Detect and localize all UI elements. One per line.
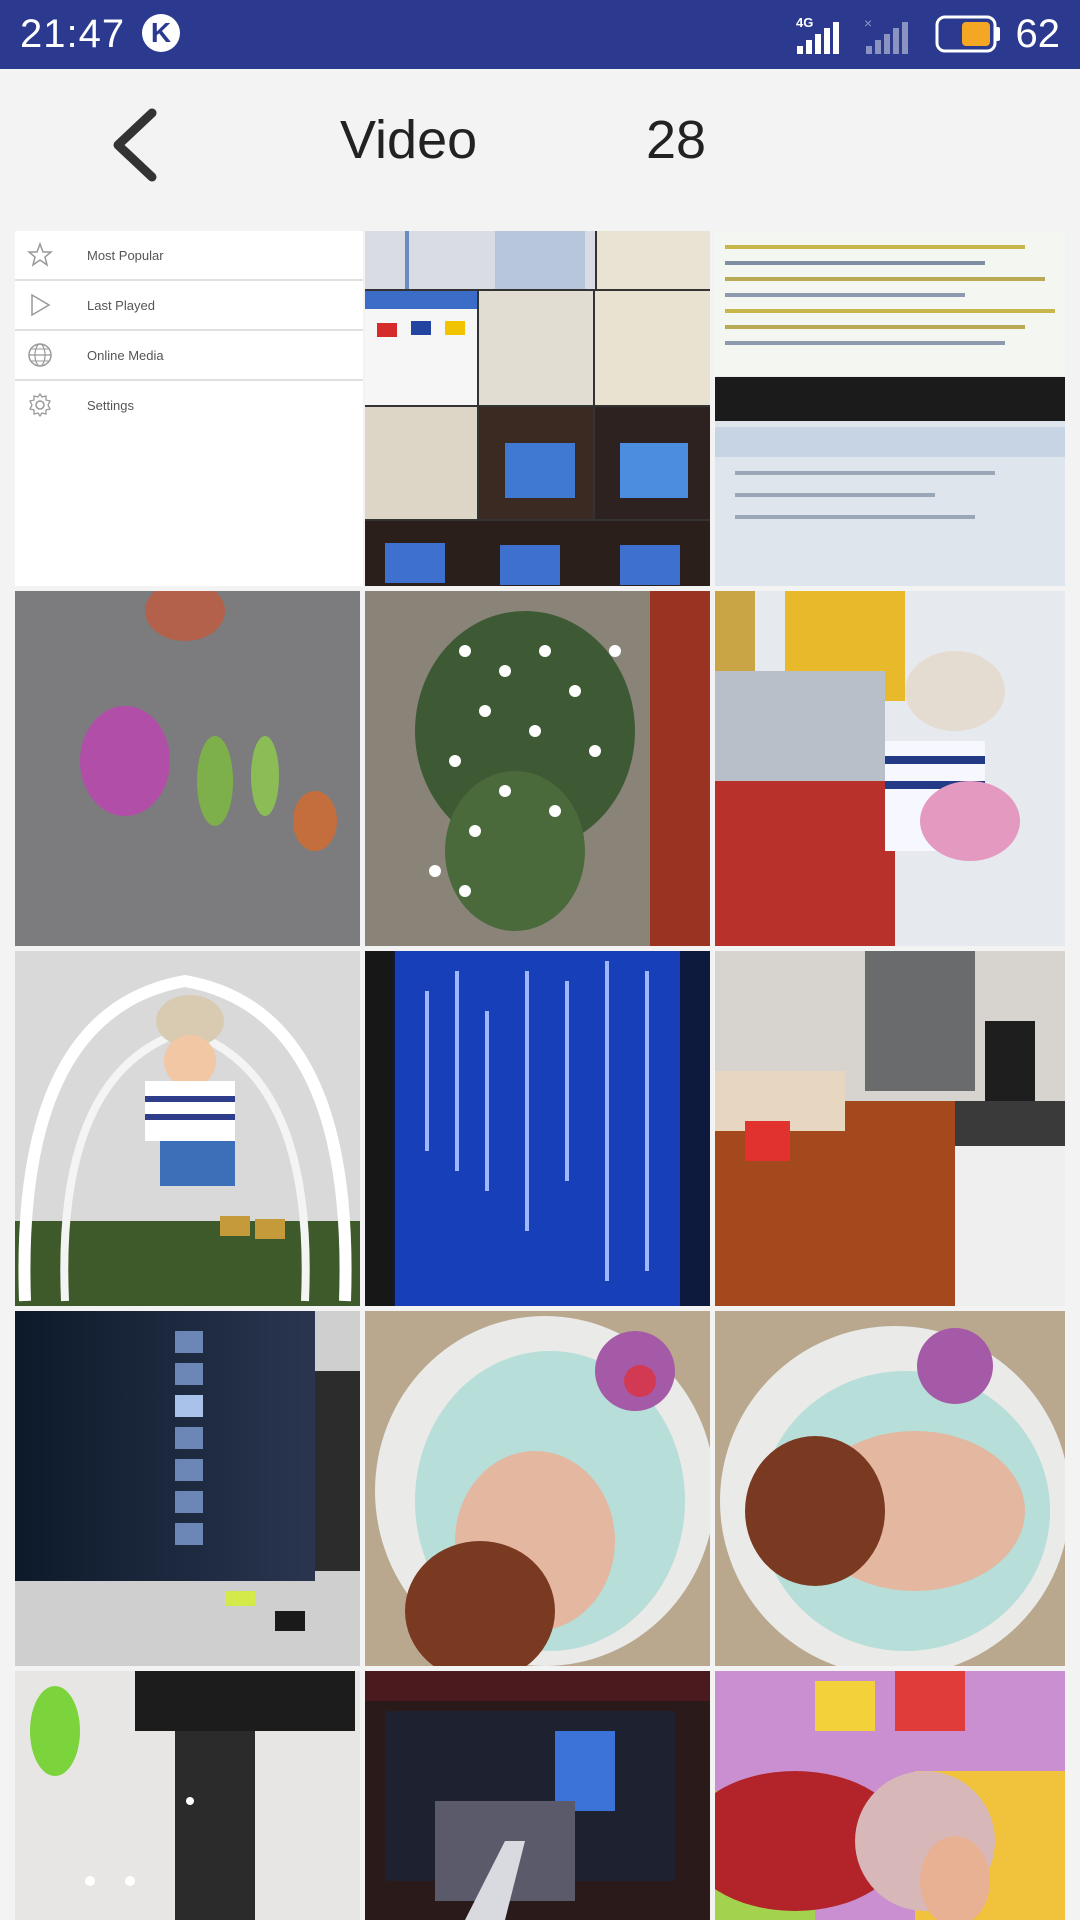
- battery-level: 62: [1015, 12, 1061, 56]
- thumbnail-image: [15, 1311, 360, 1666]
- thumbnail-image: [715, 1311, 1065, 1666]
- video-thumbnail[interactable]: [365, 951, 710, 1306]
- video-thumbnail[interactable]: [715, 1671, 1065, 1920]
- page-title: Video: [340, 110, 478, 170]
- video-thumbnail[interactable]: [365, 1311, 710, 1666]
- thumbnail-image: [15, 1671, 360, 1920]
- video-thumbnail[interactable]: [15, 1311, 360, 1666]
- menu-item-most-popular[interactable]: Most Popular: [15, 231, 363, 281]
- menu-item-settings[interactable]: Settings: [15, 381, 363, 429]
- thumbnail-image: [365, 1311, 710, 1666]
- thumbnail-image: [715, 1671, 1065, 1920]
- gear-icon: [29, 392, 51, 418]
- menu-item-label: Last Played: [87, 297, 155, 313]
- thumbnail-image: [715, 591, 1065, 946]
- video-thumbnail[interactable]: [15, 591, 360, 946]
- video-thumbnail[interactable]: [715, 591, 1065, 946]
- signal-icon: 4G ×: [796, 15, 908, 54]
- video-thumbnail[interactable]: [715, 231, 1065, 586]
- side-menu: Most Popular Last Played Online Media Se…: [15, 231, 363, 586]
- video-thumbnail[interactable]: [715, 951, 1065, 1306]
- video-thumbnail[interactable]: [15, 951, 360, 1306]
- network-type-label: 4G: [796, 15, 813, 30]
- thumbnail-image: [365, 231, 710, 586]
- play-icon: [31, 293, 51, 317]
- star-icon: [27, 242, 53, 267]
- thumbnail-image: [715, 231, 1065, 586]
- video-thumbnail[interactable]: [365, 1671, 710, 1920]
- svg-text:×: ×: [864, 15, 872, 31]
- video-thumbnail[interactable]: [715, 1311, 1065, 1666]
- status-bar: 21:47 K 4G × 62: [0, 0, 1080, 69]
- video-grid: Most Popular Last Played Online Media Se…: [0, 216, 1080, 1920]
- menu-item-label: Most Popular: [87, 247, 164, 263]
- thumbnail-image: [365, 951, 710, 1306]
- app-notification-icon: K: [142, 14, 180, 52]
- video-count: 28: [646, 110, 707, 170]
- thumbnail-image: [15, 591, 360, 946]
- thumbnail-image: [365, 1671, 710, 1920]
- video-thumbnail[interactable]: [365, 231, 710, 586]
- menu-item-label: Settings: [87, 397, 134, 413]
- thumbnail-image: [715, 951, 1065, 1306]
- status-time: 21:47: [20, 12, 126, 56]
- thumbnail-image: [365, 591, 710, 946]
- thumbnail-image: [15, 951, 360, 1306]
- app-header: Video 28: [0, 69, 1080, 216]
- menu-item-last-played[interactable]: Last Played: [15, 281, 363, 331]
- video-thumbnail[interactable]: [15, 1671, 360, 1920]
- chevron-left-icon[interactable]: [108, 107, 168, 183]
- menu-item-label: Online Media: [87, 347, 164, 363]
- battery-icon: [935, 15, 1000, 53]
- video-thumbnail[interactable]: [365, 591, 710, 946]
- globe-icon: [28, 343, 52, 367]
- menu-item-online-media[interactable]: Online Media: [15, 331, 363, 381]
